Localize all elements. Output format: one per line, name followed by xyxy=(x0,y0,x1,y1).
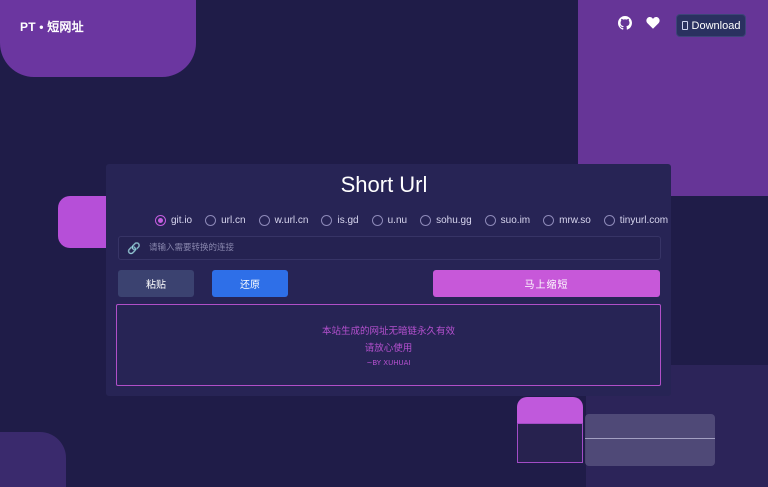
radio-option-sohu-gg[interactable]: sohu.gg xyxy=(420,215,472,226)
link-icon: 🔗 xyxy=(127,242,141,255)
shorten-button[interactable]: 马上缩短 xyxy=(433,270,660,297)
radio-option-label: u.nu xyxy=(387,215,408,226)
radio-circle-icon[interactable] xyxy=(603,215,615,226)
result-notice-line1: 本站生成的网址无暗链永久有效 xyxy=(321,326,455,337)
radio-circle-icon[interactable] xyxy=(543,215,555,226)
radio-option-tinyurl-com[interactable]: tinyurl.com xyxy=(603,215,669,226)
radio-option-label: url.cn xyxy=(221,215,246,226)
brand-title[interactable]: PT • 短网址 xyxy=(20,18,84,35)
radio-circle-icon[interactable] xyxy=(205,215,217,226)
radio-circle-icon[interactable] xyxy=(321,215,333,226)
radio-circle-icon[interactable] xyxy=(371,215,383,226)
radio-option-label: suo.im xyxy=(500,215,531,226)
result-box: 本站生成的网址无暗链永久有效 请放心使用 ~BY XUHUAI xyxy=(116,304,661,386)
floating-widget-box xyxy=(517,423,583,463)
radio-option-label: sohu.gg xyxy=(436,215,472,226)
download-label: Download xyxy=(691,19,741,32)
floating-widget-divider xyxy=(585,438,715,439)
radio-option-git-io[interactable]: git.io xyxy=(155,215,192,226)
radio-circle-icon[interactable] xyxy=(420,215,432,226)
github-icon[interactable] xyxy=(618,16,632,30)
card-title: Short Url xyxy=(340,172,428,197)
result-author: ~BY XUHUAI xyxy=(366,359,411,367)
radio-option-w-url-cn[interactable]: w.url.cn xyxy=(258,215,309,226)
radio-option-label: tinyurl.com xyxy=(619,215,669,226)
decor-blob-bottom-left xyxy=(0,432,66,487)
radio-circle-icon[interactable] xyxy=(484,215,496,226)
radio-circle-icon[interactable] xyxy=(155,215,166,226)
floating-widget xyxy=(517,410,717,466)
restore-button[interactable]: 还原 xyxy=(212,270,288,297)
radio-option-label: git.io xyxy=(171,215,193,226)
download-button[interactable]: Download xyxy=(676,14,746,37)
radio-option-url-cn[interactable]: url.cn xyxy=(205,215,246,226)
radio-option-label: mrw.so xyxy=(559,215,591,226)
floating-widget-panel xyxy=(585,414,715,466)
header-icons xyxy=(618,16,660,30)
heart-icon[interactable] xyxy=(646,16,660,30)
result-notice-line2: 请放心使用 xyxy=(364,343,413,354)
url-input[interactable] xyxy=(149,237,660,259)
radio-option-u-nu[interactable]: u.nu xyxy=(371,215,408,226)
paste-button[interactable]: 粘贴 xyxy=(118,270,194,297)
radio-option-label: is.gd xyxy=(337,215,359,226)
radio-option-label: w.url.cn xyxy=(274,215,309,226)
radio-option-is-gd[interactable]: is.gd xyxy=(321,215,359,226)
radio-option-mrw-so[interactable]: mrw.so xyxy=(543,215,591,226)
decor-blob-top-left xyxy=(0,0,196,77)
download-icon xyxy=(681,21,688,30)
provider-radio-group: git.io url.cn w.url.cn is.gd u.nu sohu.gg suo.… xyxy=(155,215,681,226)
radio-circle-icon[interactable] xyxy=(258,215,270,226)
url-input-wrapper: 🔗 xyxy=(118,236,661,260)
radio-option-suo-im[interactable]: suo.im xyxy=(484,215,531,226)
